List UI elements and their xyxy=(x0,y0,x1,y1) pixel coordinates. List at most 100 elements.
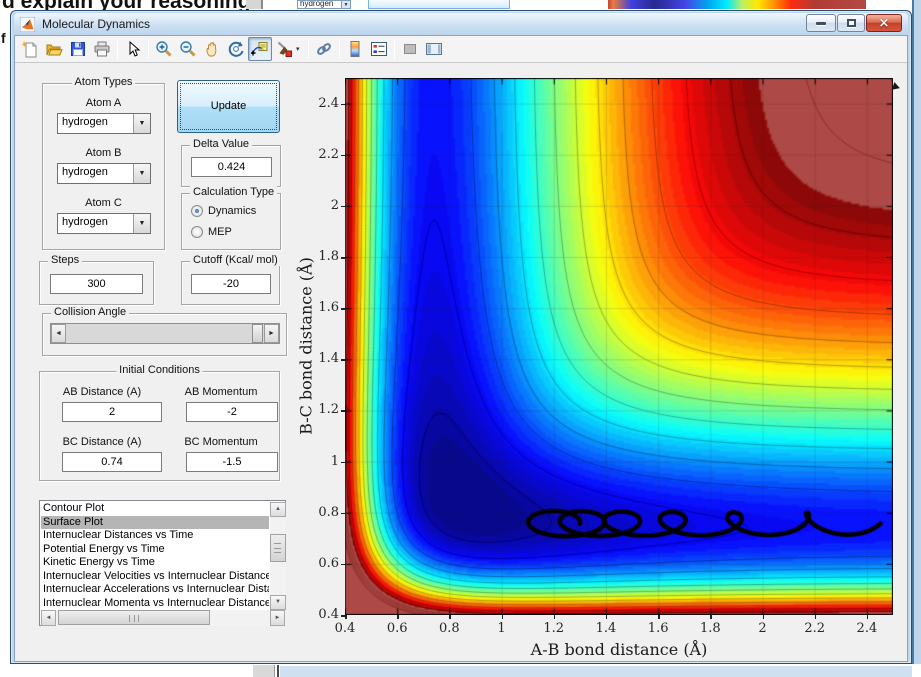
ab-momentum-input[interactable]: -2 xyxy=(186,402,278,422)
print-icon[interactable] xyxy=(90,37,114,61)
scroll-up-icon[interactable]: ▲ xyxy=(270,502,286,517)
link-plots-icon[interactable] xyxy=(312,37,336,61)
atom-c-label: Atom C xyxy=(85,197,122,209)
rotate-3d-icon[interactable] xyxy=(224,37,248,61)
x-axis-label: A-B bond distance (Å) xyxy=(530,640,708,659)
list-item[interactable]: Internuclear Velocities vs Internuclear … xyxy=(41,570,269,584)
insert-colorbar-icon[interactable] xyxy=(343,37,367,61)
insert-legend-icon[interactable] xyxy=(367,37,391,61)
thumb-grip xyxy=(129,615,139,622)
delta-value-input[interactable]: 0.424 xyxy=(191,157,272,177)
x-tick-mark xyxy=(658,615,660,619)
bc-momentum-input[interactable]: -1.5 xyxy=(186,452,278,472)
x-tick-mark xyxy=(397,615,399,619)
close-icon: × xyxy=(878,15,890,31)
slider-left-arrow-icon[interactable]: ◄ xyxy=(51,324,66,343)
close-button[interactable]: × xyxy=(866,14,902,32)
collision-angle-panel: Collision Angle ◄ ► xyxy=(42,306,287,356)
x-tick-label: 1.2 xyxy=(543,621,565,636)
restore-button[interactable] xyxy=(837,14,865,32)
bc-momentum-label: BC Momentum xyxy=(184,436,258,448)
titlebar[interactable]: Molecular Dynamics × xyxy=(14,13,908,35)
dynamics-radio[interactable] xyxy=(191,205,203,217)
x-tick-mark xyxy=(866,615,869,619)
list-item[interactable]: Contour Plot xyxy=(41,502,269,516)
slider-thumb[interactable] xyxy=(252,324,263,343)
atom-c-dropdown[interactable]: hydrogen ▼ xyxy=(57,213,151,234)
mep-radio[interactable] xyxy=(191,226,203,238)
ab-distance-input[interactable]: 2 xyxy=(62,402,162,422)
y-tick-mark xyxy=(341,615,345,617)
x-tick-label: 1.6 xyxy=(647,621,669,636)
list-item[interactable]: Potential Energy vs Time xyxy=(41,543,269,557)
y-tick-label: 0.8 xyxy=(318,504,339,520)
atom-b-dropdown[interactable]: hydrogen ▼ xyxy=(57,163,151,184)
arrow-cursor-icon[interactable] xyxy=(121,37,145,61)
scroll-down-icon[interactable]: ▼ xyxy=(270,595,286,610)
list-item[interactable]: Kinetic Energy vs Time xyxy=(41,556,269,570)
x-tick-mark xyxy=(762,615,765,619)
x-tick-mark xyxy=(814,615,817,619)
toolbar-overflow-arrow-icon[interactable] xyxy=(891,82,902,92)
minimize-icon xyxy=(816,21,826,25)
panel-title: Calculation Type xyxy=(190,186,278,198)
background-dropdown-fragment: hydrogen ▼ xyxy=(297,0,351,9)
contour-plot[interactable] xyxy=(345,78,893,615)
brush-dropdown-icon[interactable]: ▾ xyxy=(296,45,305,53)
chevron-down-icon[interactable]: ▼ xyxy=(133,164,150,183)
background-bottom-window xyxy=(280,666,912,677)
window-title: Molecular Dynamics xyxy=(42,17,151,31)
data-cursor-icon[interactable] xyxy=(248,37,272,61)
atom-a-label: Atom A xyxy=(85,97,122,109)
panel-title: Steps xyxy=(48,254,83,266)
list-item[interactable]: Surface Plot xyxy=(41,515,269,529)
atom-a-dropdown[interactable]: hydrogen ▼ xyxy=(57,113,151,134)
horizontal-scrollbar[interactable]: ◄ ► xyxy=(41,610,286,626)
list-item[interactable]: Internuclear Distances vs Time xyxy=(41,529,269,543)
update-button[interactable]: Update xyxy=(177,80,280,133)
y-tick-label: 2.4 xyxy=(318,95,339,111)
show-plot-tools-icon[interactable] xyxy=(422,37,446,61)
y-tick-label: 1 xyxy=(330,453,339,469)
bc-distance-input[interactable]: 0.74 xyxy=(62,452,162,472)
figure-toolbar: ▾ xyxy=(15,36,907,63)
x-tick-mark xyxy=(605,615,608,619)
y-tick-mark xyxy=(341,154,345,157)
zoom-out-icon[interactable] xyxy=(176,37,200,61)
x-tick-mark xyxy=(710,615,712,619)
list-item[interactable]: Internuclear Momenta vs Internuclear Dis… xyxy=(41,597,269,611)
open-file-icon[interactable] xyxy=(42,37,66,61)
initial-conditions-panel: Initial Conditions AB Distance (A) AB Mo… xyxy=(39,364,280,481)
toolbar-separator xyxy=(394,39,395,59)
y-tick-mark xyxy=(341,359,345,361)
slider-right-arrow-icon[interactable]: ► xyxy=(264,324,279,343)
x-tick-label: 1 xyxy=(497,621,506,636)
minimize-button[interactable] xyxy=(806,14,836,32)
chevron-down-icon[interactable]: ▼ xyxy=(133,114,150,133)
dynamics-radio-label: Dynamics xyxy=(208,205,257,217)
vertical-scrollbar[interactable]: ▲ ▼ xyxy=(270,502,286,610)
vertical-scroll-thumb[interactable] xyxy=(270,534,286,562)
save-icon[interactable] xyxy=(66,37,90,61)
horizontal-scroll-thumb[interactable] xyxy=(58,610,210,625)
scroll-right-icon[interactable]: ► xyxy=(270,610,285,626)
cutoff-input[interactable]: -20 xyxy=(191,274,271,294)
new-file-icon[interactable] xyxy=(18,37,42,61)
pan-hand-icon[interactable] xyxy=(200,37,224,61)
restore-icon xyxy=(846,19,856,27)
chevron-down-icon[interactable]: ▼ xyxy=(133,214,150,233)
list-item[interactable]: Internuclear Accelerations vs Internucle… xyxy=(41,583,269,597)
zoom-in-icon[interactable] xyxy=(152,37,176,61)
steps-input[interactable]: 300 xyxy=(50,274,143,294)
steps-panel: Steps 300 xyxy=(39,254,154,305)
plot-type-listbox[interactable]: Contour Plot Surface Plot Internuclear Dis… xyxy=(39,500,286,626)
hide-plot-tools-icon[interactable] xyxy=(398,37,422,61)
x-tick-label: 0.6 xyxy=(386,621,408,636)
scroll-left-icon[interactable]: ◄ xyxy=(41,610,56,626)
plot-type-list: Contour Plot Surface Plot Internuclear Dis… xyxy=(41,502,269,610)
brush-icon[interactable] xyxy=(272,37,296,61)
panel-title: Delta Value xyxy=(190,138,253,150)
collision-angle-slider[interactable]: ◄ ► xyxy=(50,323,280,344)
background-bottom-fragment xyxy=(253,665,275,677)
y-tick-mark xyxy=(341,563,345,566)
